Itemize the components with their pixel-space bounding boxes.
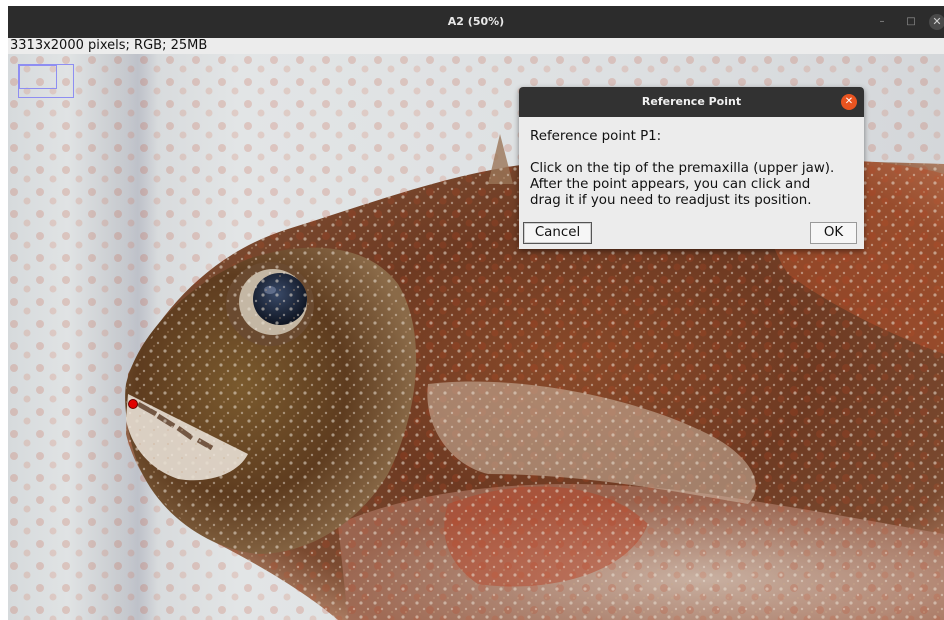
- window-titlebar[interactable]: A2 (50%) – □ ✕: [8, 6, 944, 38]
- window-title: A2 (50%): [447, 15, 505, 28]
- dialog-titlebar[interactable]: Reference Point ✕: [519, 87, 864, 117]
- dialog-line: drag it if you need to readjust its posi…: [530, 193, 812, 208]
- minimize-icon[interactable]: –: [874, 14, 890, 30]
- dialog-title: Reference Point: [641, 95, 742, 108]
- reference-point-dialog: Reference Point ✕ Reference point P1: Cl…: [519, 87, 864, 249]
- navigator-rectangle[interactable]: [18, 64, 74, 98]
- ok-button[interactable]: OK: [810, 222, 857, 244]
- reference-point-marker[interactable]: [128, 399, 138, 409]
- image-info-bar: 3313x2000 pixels; RGB; 25MB: [8, 38, 944, 54]
- cancel-button[interactable]: Cancel: [523, 222, 592, 244]
- close-icon[interactable]: ✕: [929, 14, 944, 30]
- dialog-line: Click on the tip of the premaxilla (uppe…: [530, 161, 835, 176]
- dialog-heading: Reference point P1:: [530, 129, 662, 144]
- dialog-line: After the point appears, you can click a…: [530, 177, 811, 192]
- dialog-close-icon[interactable]: ✕: [841, 94, 857, 110]
- navigator-viewport[interactable]: [19, 65, 57, 89]
- maximize-icon[interactable]: □: [903, 14, 919, 30]
- dialog-message: Reference point P1: Click on the tip of …: [530, 129, 860, 209]
